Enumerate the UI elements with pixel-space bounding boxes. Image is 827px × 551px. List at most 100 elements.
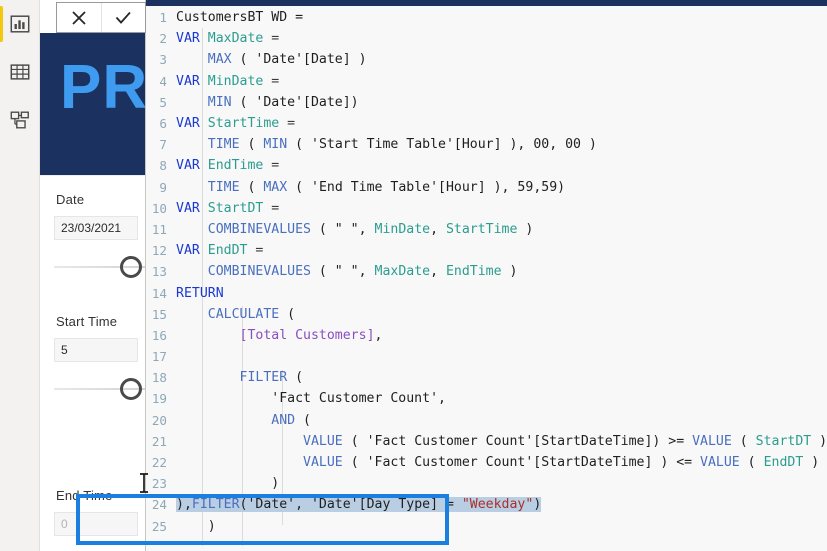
line-number: 3 [159, 52, 167, 68]
line-number: 21 [151, 433, 167, 449]
code-line-source[interactable]: RETURN [176, 286, 827, 301]
code-token: = [279, 116, 296, 132]
code-line[interactable]: 6 VAR StartTime = [146, 113, 827, 134]
code-token: ( [739, 455, 764, 471]
code-line[interactable]: 18 FILTER ( [146, 367, 827, 388]
code-line-source[interactable]: VALUE ( 'Fact Customer Count'[StartDateT… [176, 455, 827, 470]
code-line-source[interactable]: VAR MaxDate = [176, 31, 827, 46]
code-token: VAR [176, 158, 208, 174]
code-line-source[interactable]: ),FILTER('Date', 'Date'[Day Type] = "Wee… [176, 497, 827, 513]
code-line[interactable]: 24),FILTER('Date', 'Date'[Day Type] = "W… [146, 494, 827, 515]
code-line-source[interactable]: AND ( [176, 413, 827, 428]
slicer-date-slider[interactable] [54, 256, 145, 278]
code-token: ( 'Date'[Date] ) [231, 52, 367, 68]
code-line[interactable]: 10 VAR StartDT = [146, 198, 827, 219]
code-line[interactable]: 15 CALCULATE ( [146, 304, 827, 325]
code-token: TIME [207, 179, 240, 195]
line-number: 18 [151, 370, 167, 386]
selected-code-text[interactable]: ),FILTER('Date', 'Date'[Day Type] = "Wee… [176, 497, 542, 513]
code-token: MinDate [374, 221, 431, 237]
slicer-start-time-handle[interactable] [120, 378, 142, 400]
code-token: ( 'Start Time Table'[Hour] ), 00, 00 ) [287, 137, 597, 153]
code-line-source[interactable]: COMBINEVALUES ( " ", MinDate, StartTime … [176, 222, 827, 237]
code-line-source[interactable]: MIN ( 'Date'[Date]) [176, 95, 827, 110]
code-line-source[interactable]: CALCULATE ( [176, 307, 827, 322]
code-line-source[interactable]: [Total Customers], [176, 328, 827, 343]
code-line-source[interactable]: 'Fact Customer Count', [176, 391, 827, 406]
code-line-source[interactable]: VALUE ( 'Fact Customer Count'[StartDateT… [176, 434, 827, 449]
code-line-source[interactable]: CustomersBT WD = [176, 10, 827, 25]
code-line[interactable]: 7 TIME ( MIN ( 'Start Time Table'[Hour] … [146, 134, 827, 155]
slicer-date-value[interactable]: 23/03/2021 [54, 216, 138, 240]
commit-button[interactable] [100, 3, 145, 32]
code-token: ( 'Date'[Date]) [231, 94, 359, 110]
code-line-source[interactable]: VAR EndTime = [176, 158, 827, 173]
code-token: ( " ", [310, 264, 375, 280]
line-number: 1 [159, 10, 167, 26]
code-line-source[interactable]: ) [176, 519, 827, 534]
line-number: 4 [159, 73, 167, 89]
code-line[interactable]: 17 [146, 346, 827, 367]
code-line-source[interactable]: VAR MinDate = [176, 74, 827, 89]
code-line[interactable]: 23 ) [146, 473, 827, 494]
code-line[interactable]: 13 COMBINEVALUES ( " ", MaxDate, EndTime… [146, 261, 827, 282]
code-line-source[interactable]: VAR EndDT = [176, 243, 827, 258]
code-token: VAR [176, 116, 208, 132]
code-line[interactable]: 21 VALUE ( 'Fact Customer Count'[StartDa… [146, 431, 827, 452]
code-line[interactable]: 14 RETURN [146, 282, 827, 303]
rail-item-data-view[interactable] [0, 48, 40, 96]
canvas-divider [40, 175, 145, 176]
rail-item-report-view[interactable] [0, 0, 40, 48]
code-line[interactable]: 12 VAR EndDT = [146, 240, 827, 261]
code-line-source[interactable]: MAX ( 'Date'[Date] ) [176, 52, 827, 67]
code-line-container[interactable]: 1 CustomersBT WD = 2 VAR MaxDate = 3 MAX ( '… [146, 0, 827, 537]
code-line[interactable]: 5 MIN ( 'Date'[Date]) [146, 92, 827, 113]
code-token: = [263, 158, 280, 174]
code-line[interactable]: 3 MAX ( 'Date'[Date] ) [146, 49, 827, 70]
code-token: FILTER [239, 370, 288, 386]
power-bi-dax-editor-window: PR Date 23/03/2021 Start Time 5 End Time… [0, 0, 827, 551]
code-line[interactable]: 16 [Total Customers], [146, 325, 827, 346]
code-token: EndTime [207, 158, 264, 174]
dax-code-editor[interactable]: 1 CustomersBT WD = 2 VAR MaxDate = 3 MAX ( '… [146, 0, 827, 551]
line-number: 17 [151, 349, 167, 365]
code-line[interactable]: 1 CustomersBT WD = [146, 7, 827, 28]
code-line-source[interactable]: TIME ( MAX ( 'End Time Table'[Hour] ), 5… [176, 180, 827, 195]
slicer-end-time: End Time 0 [40, 488, 145, 551]
line-number: 10 [151, 200, 167, 216]
slicer-start-time-value[interactable]: 5 [54, 338, 138, 362]
code-token: ) [176, 476, 280, 492]
code-line-source[interactable]: COMBINEVALUES ( " ", MaxDate, EndTime ) [176, 264, 827, 279]
code-line[interactable]: 9 TIME ( MAX ( 'End Time Table'[Hour] ),… [146, 177, 827, 198]
slicer-end-time-title: End Time [56, 488, 113, 503]
code-line-source[interactable]: ) [176, 476, 827, 491]
rail-item-model-view[interactable] [0, 96, 40, 144]
code-line[interactable]: 4 VAR MinDate = [146, 71, 827, 92]
code-line-source[interactable]: TIME ( MIN ( 'Start Time Table'[Hour] ),… [176, 137, 827, 152]
code-line[interactable]: 2 VAR MaxDate = [146, 28, 827, 49]
code-token: ( 'Fact Customer Count'[StartDateTime] )… [342, 455, 701, 471]
slicer-date-handle[interactable] [120, 256, 142, 278]
code-line-source[interactable]: VAR StartTime = [176, 116, 827, 131]
code-line[interactable]: 22 VALUE ( 'Fact Customer Count'[StartDa… [146, 452, 827, 473]
code-line[interactable]: 19 'Fact Customer Count', [146, 388, 827, 409]
code-line[interactable]: 11 COMBINEVALUES ( " ", MinDate, StartTi… [146, 219, 827, 240]
code-line[interactable]: 25 ) [146, 516, 827, 537]
bar-chart-icon [10, 15, 30, 33]
line-number: 12 [151, 243, 167, 259]
slicer-start-time-slider[interactable] [54, 378, 145, 400]
code-line[interactable]: 20 AND ( [146, 410, 827, 431]
cancel-button[interactable] [57, 3, 101, 32]
code-line-source[interactable]: FILTER ( [176, 370, 827, 385]
slicer-end-time-value[interactable]: 0 [54, 512, 138, 536]
code-token: COMBINEVALUES [207, 264, 311, 280]
line-number: 2 [159, 31, 167, 47]
code-line[interactable]: 8 VAR EndTime = [146, 155, 827, 176]
line-number: 9 [159, 179, 167, 195]
code-line-source[interactable]: VAR StartDT = [176, 201, 827, 216]
